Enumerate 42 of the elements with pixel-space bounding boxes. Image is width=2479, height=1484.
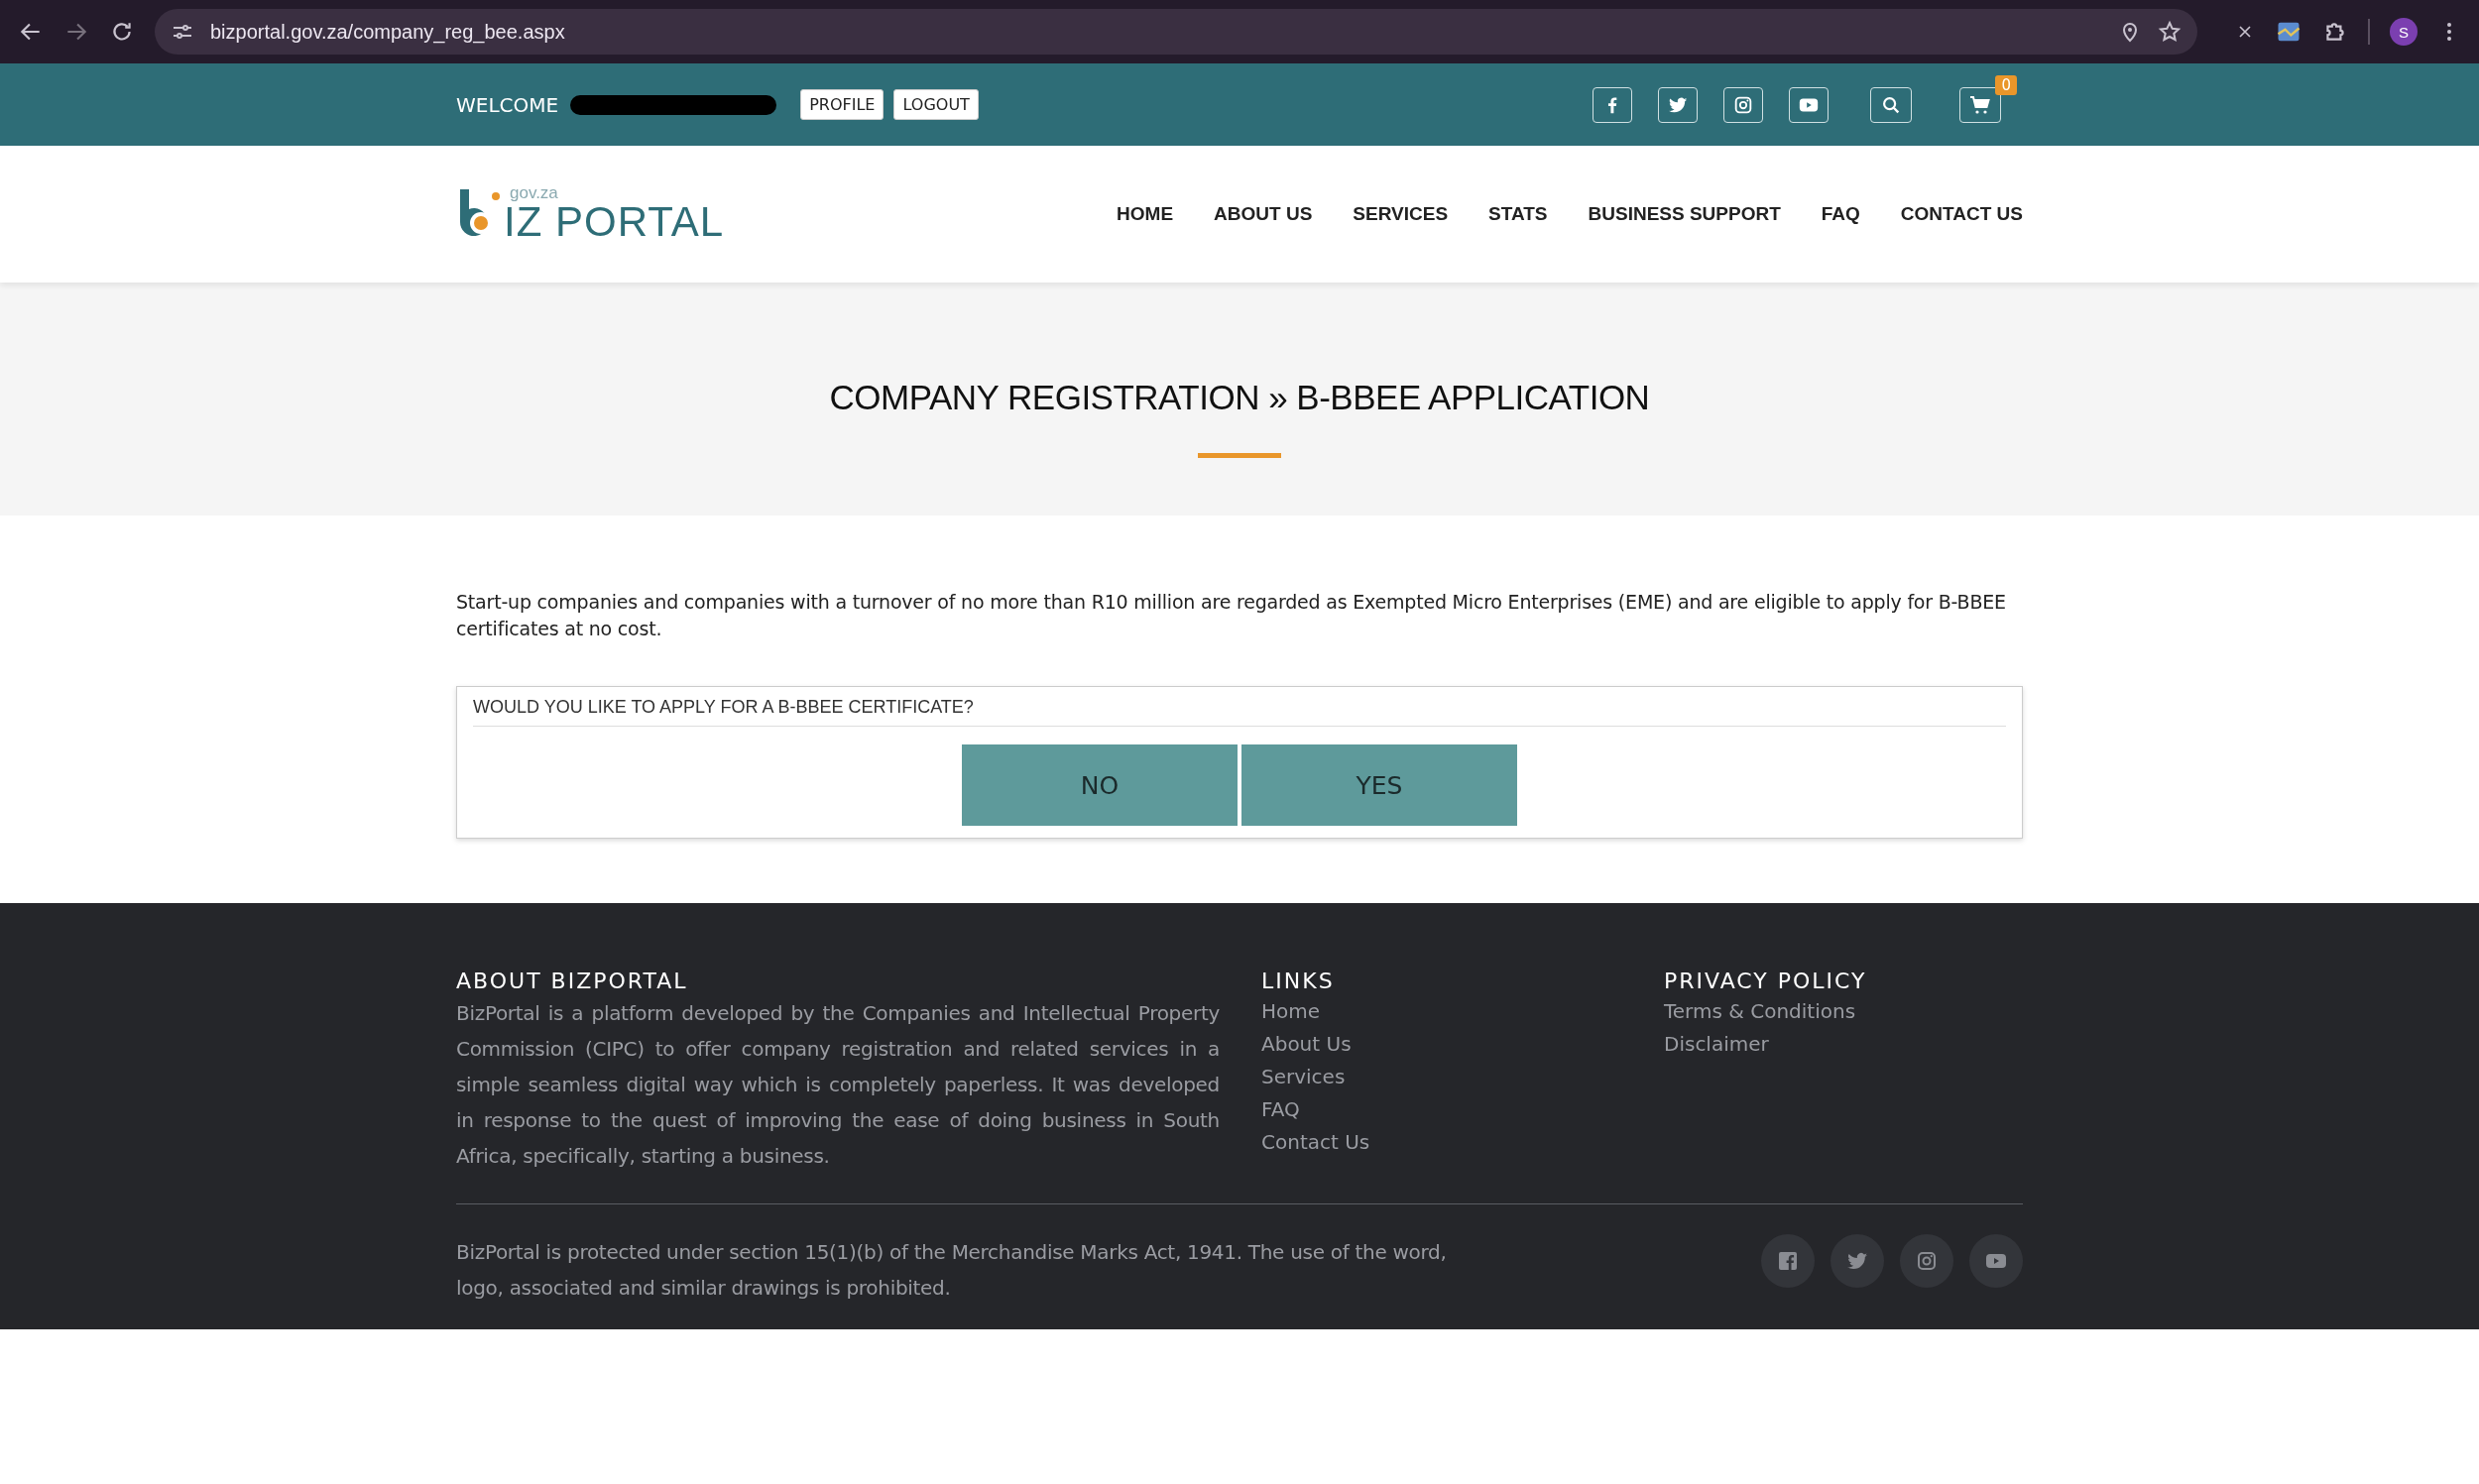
bookmark-star-icon[interactable]: [2158, 20, 2182, 44]
legal-notice: BizPortal is protected under section 15(1)(b) of the Merchandise Marks Act, 1941. The use of the word, logo, associated and similar drawings is prohibited.: [456, 1239, 1448, 1302]
profile-avatar[interactable]: S: [2390, 18, 2418, 46]
nav-link[interactable]: STATS: [1488, 203, 1548, 225]
footer-heading: ABOUT BIZPORTAL: [456, 969, 689, 993]
footer-link[interactable]: Home: [1261, 995, 1664, 1028]
nav-link[interactable]: SERVICES: [1353, 203, 1449, 225]
youtube-link[interactable]: [1789, 86, 1829, 123]
footer-heading: LINKS: [1261, 969, 1336, 993]
nav-link[interactable]: BUSINESS SUPPORT: [1588, 203, 1781, 225]
logo-name-text: IZ PORTAL: [504, 200, 725, 243]
welcome-text: WELCOME: [456, 92, 559, 117]
footer-link[interactable]: FAQ: [1261, 1093, 1664, 1126]
page-title: COMPANY REGISTRATION » B-BBEE APPLICATION: [829, 378, 1650, 417]
nav-link[interactable]: CONTACT US: [1900, 203, 2023, 225]
footer-link[interactable]: About Us: [1261, 1028, 1664, 1061]
header-button[interactable]: PROFILE: [800, 89, 885, 120]
footer-heading: PRIVACY POLICY: [1664, 969, 1867, 993]
nav-link[interactable]: ABOUT US: [1214, 203, 1313, 225]
address-bar[interactable]: bizportal.gov.za/company_reg_bee.aspx: [155, 9, 2197, 55]
instagram-link[interactable]: [1723, 86, 1763, 123]
answer-button[interactable]: NO: [962, 744, 1238, 826]
twitter-link[interactable]: [1658, 86, 1698, 123]
facebook-icon: [1776, 1249, 1800, 1273]
nav-link[interactable]: FAQ: [1821, 203, 1860, 225]
answer-button[interactable]: YES: [1241, 744, 1517, 826]
header-button[interactable]: LOGOUT: [893, 89, 979, 120]
about-paragraph: BizPortal is a platform developed by the Companies and Intellectual Property Commission (CIPC) to offer company registration and related services in a simple seamless digital way which is completely paperless. It was developed in response to the quest of improving the ease of doing business in South Africa, specifically, starting a business.: [456, 1000, 1220, 1170]
footer-link[interactable]: Contact Us: [1261, 1126, 1664, 1159]
question-label: WOULD YOU LIKE TO APPLY FOR A B-BBEE CERTIFICATE?: [473, 697, 2006, 727]
intro-paragraph: Start-up companies and companies with a turnover of no more than R10 million are regarded as Exempted Micro Enterprises (EME) and are eligible to apply for B-BBEE certificates at no cost.: [456, 590, 2007, 641]
footer-link[interactable]: Disclaimer: [1664, 1028, 1867, 1061]
footer-link[interactable]: Terms & Conditions: [1664, 995, 1867, 1028]
cart-count-badge: 0: [1995, 74, 2017, 95]
logo-domain-text: gov.za: [510, 183, 559, 201]
search-button[interactable]: [1870, 86, 1912, 123]
url-text: bizportal.gov.za/company_reg_bee.aspx: [210, 20, 566, 44]
site-logo[interactable]: gov.za IZ PORTAL: [456, 183, 725, 245]
nav-link[interactable]: HOME: [1117, 203, 1174, 225]
footer-link[interactable]: Services: [1261, 1061, 1664, 1093]
facebook-link[interactable]: [1593, 86, 1632, 123]
instagram-icon: [1915, 1249, 1939, 1273]
